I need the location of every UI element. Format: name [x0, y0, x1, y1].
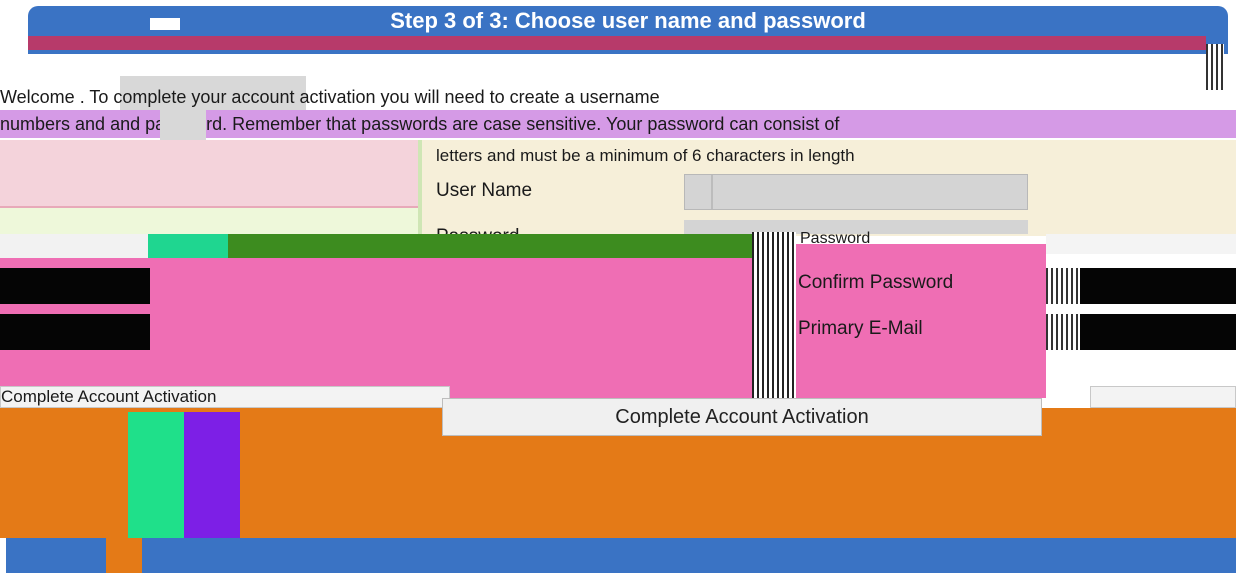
intro-text-line-1: Welcome . To complete your account activ…	[0, 87, 660, 107]
dark-field-1[interactable]	[0, 268, 150, 304]
footer-blue-right	[142, 538, 1236, 573]
footer-gap	[106, 538, 142, 573]
strip-white-right	[1046, 234, 1236, 254]
left-panel-band	[0, 208, 418, 234]
intro-text-line-3: letters and must be a minimum of 6 chara…	[436, 146, 855, 165]
strip-white	[0, 234, 148, 258]
username-label: User Name	[436, 180, 533, 201]
footer-blue-left	[6, 538, 106, 573]
placeholder-block-small	[160, 110, 206, 140]
password-label-secondary: Password	[800, 230, 871, 247]
primary-email-label: Primary E-Mail	[798, 318, 923, 339]
password-label: Password	[436, 222, 636, 234]
footer-column-teal	[128, 412, 184, 538]
primary-email-input[interactable]	[1080, 314, 1236, 350]
username-input[interactable]	[684, 174, 1028, 210]
page-title: Step 3 of 3: Choose user name and passwo…	[390, 8, 866, 33]
complete-account-activation-button[interactable]: Complete Account Activation	[442, 398, 1042, 436]
form-panel-divider	[418, 140, 422, 236]
confirm-password-label: Confirm Password	[798, 272, 954, 293]
scrollbar-track[interactable]	[752, 232, 796, 402]
footer-column-violet	[184, 412, 240, 538]
strip-green	[228, 234, 752, 258]
ghost-activation-button[interactable]: Complete Account Activation	[0, 386, 450, 408]
account-activation-page: Step 3 of 3: Choose user name and passwo…	[0, 0, 1236, 573]
email-field-edge	[1046, 314, 1078, 350]
header-stripe	[28, 36, 1206, 50]
confirm-password-input[interactable]	[1080, 268, 1236, 304]
confirm-password-field-edge	[1046, 268, 1078, 304]
ghost-button-right[interactable]	[1090, 386, 1236, 408]
header-chip	[150, 18, 180, 30]
strip-teal	[148, 234, 228, 258]
dark-field-2[interactable]	[0, 314, 150, 350]
